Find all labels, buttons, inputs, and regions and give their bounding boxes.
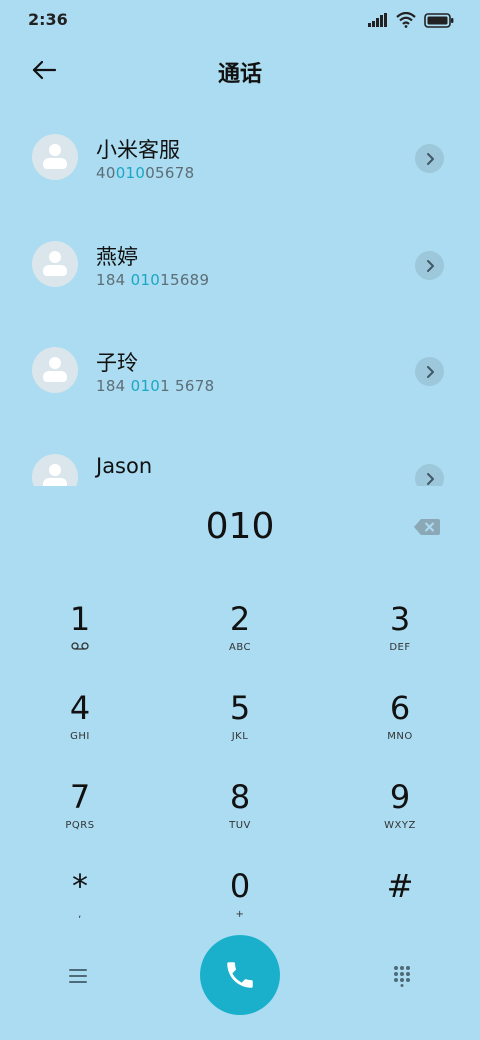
key-letters (330, 909, 470, 923)
call-button[interactable] (200, 935, 280, 1015)
key-8[interactable]: 8 TUV (170, 774, 310, 854)
header: 通话 (0, 48, 480, 92)
phone-icon (227, 962, 253, 988)
key-letters: , (78, 909, 82, 920)
contact-list: 小米客服 4001005678 燕婷 184 01015689 子玲 184 0… (0, 104, 480, 486)
contact-name: Jason (96, 454, 153, 478)
avatar (32, 454, 78, 486)
status-bar: 2:36 (0, 0, 480, 40)
signal-icon (368, 13, 387, 27)
key-digit: * (72, 867, 88, 905)
key-letters: PQRS (65, 820, 95, 831)
key-digit: # (386, 867, 414, 905)
key-letters: + (235, 909, 245, 920)
status-icons (368, 12, 454, 28)
key-letters: TUV (229, 820, 251, 831)
avatar (32, 134, 78, 180)
key-2[interactable]: 2 ABC (170, 596, 310, 676)
battery-icon (424, 12, 454, 28)
key-9[interactable]: 9 WXYZ (330, 774, 470, 854)
key-letters: DEF (389, 642, 411, 653)
contact-details-button[interactable] (415, 144, 444, 173)
page-title: 通话 (217, 62, 262, 87)
dial-display: 010 (0, 500, 480, 556)
contact-number: 184 01015689 (96, 271, 210, 289)
dialpad-toggle-button[interactable] (386, 960, 418, 992)
key-digit: 7 (69, 778, 91, 816)
wifi-icon (396, 12, 416, 28)
dialed-number: 010 (205, 506, 275, 547)
voicemail-icon (71, 642, 89, 650)
contact-number: 4001005678 (96, 164, 195, 182)
key-letters: MNO (387, 731, 413, 742)
key-letters: ABC (228, 642, 251, 653)
key-5[interactable]: 5 JKL (170, 685, 310, 765)
contact-name: 子玲 (96, 351, 138, 375)
key-digit: 4 (69, 689, 91, 727)
key-letters: GHI (70, 731, 90, 742)
key-digit: 9 (389, 778, 411, 816)
contact-number: 184 0101 5678 (96, 377, 215, 395)
key-7[interactable]: 7 PQRS (10, 774, 150, 854)
contact-details-button[interactable] (415, 464, 444, 486)
key-letters: WXYZ (384, 820, 416, 831)
key-digit: 1 (69, 600, 91, 638)
dialpad-icon (394, 966, 410, 987)
key-digit: 5 (229, 689, 251, 727)
chevron-right-icon (426, 259, 434, 272)
key-6[interactable]: 6 MNO (330, 685, 470, 765)
menu-icon (69, 969, 87, 983)
key-digit: 2 (229, 600, 251, 638)
key-digit: 3 (389, 600, 411, 638)
key-3[interactable]: 3 DEF (330, 596, 470, 676)
chevron-right-icon (426, 152, 434, 165)
key-digit: 8 (229, 778, 251, 816)
key-digit: 6 (389, 689, 411, 727)
chevron-right-icon (426, 365, 434, 378)
contact-details-button[interactable] (415, 357, 444, 386)
avatar (32, 347, 78, 393)
key-letters (10, 642, 150, 656)
backspace-button[interactable] (412, 516, 442, 538)
bottom-bar (0, 930, 480, 1020)
chevron-right-icon (426, 472, 434, 485)
contact-row[interactable]: 燕婷 184 01015689 (0, 211, 480, 311)
key-digit: 0 (229, 867, 251, 905)
contact-details-button[interactable] (415, 251, 444, 280)
key-1[interactable]: 1 (10, 596, 150, 676)
menu-button[interactable] (62, 960, 94, 992)
contact-row[interactable]: 子玲 184 0101 5678 (0, 317, 480, 417)
contact-row[interactable]: Jason (0, 424, 480, 486)
status-time: 2:36 (28, 10, 68, 29)
key-letters: JKL (231, 731, 249, 742)
key-4[interactable]: 4 GHI (10, 685, 150, 765)
backspace-icon (414, 519, 440, 535)
avatar (32, 241, 78, 287)
contact-name: 小米客服 (96, 138, 180, 162)
contact-row[interactable]: 小米客服 4001005678 (0, 104, 480, 204)
keypad: 1 2 ABC 3 DEF 4 GHI 5 JKL 6 MNO 7 PQRS 8… (0, 596, 480, 952)
contact-name: 燕婷 (96, 245, 138, 269)
